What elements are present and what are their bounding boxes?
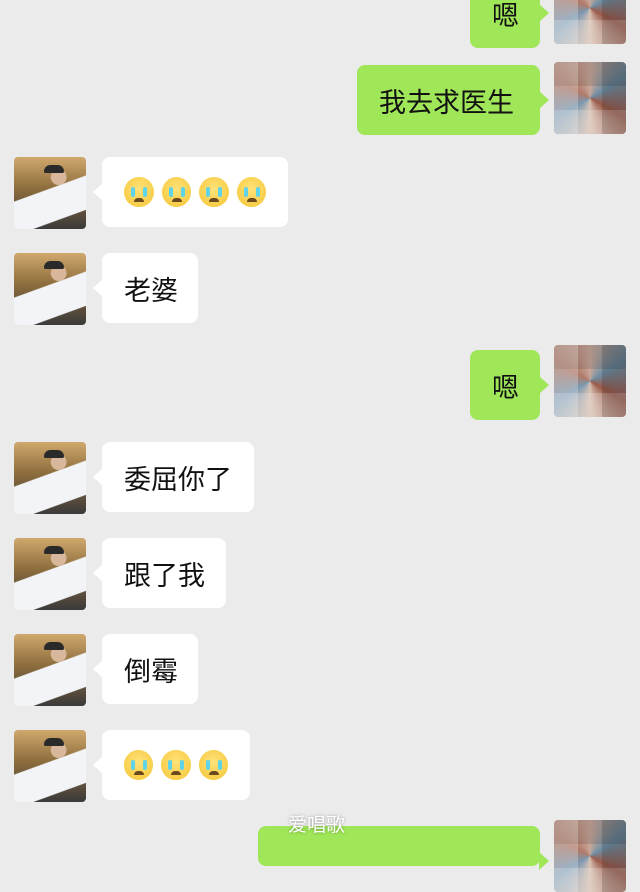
message-bubble-other[interactable]: 老婆	[93, 253, 198, 323]
contact-avatar[interactable]	[14, 730, 86, 802]
message-text: 老婆	[124, 275, 178, 307]
contact-avatar[interactable]	[14, 634, 86, 706]
watermark-text: 爱唱歌	[288, 814, 346, 836]
message-text: 我去求医生	[379, 87, 514, 119]
contact-avatar[interactable]	[14, 538, 86, 610]
message-bubble-other[interactable]: 倒霉	[93, 634, 198, 704]
message-bubble-other[interactable]	[93, 157, 288, 227]
message-bubble-self[interactable]: 嗯	[470, 350, 549, 420]
crying-face-icon	[124, 750, 154, 780]
contact-avatar[interactable]	[14, 157, 86, 229]
message-bubble-other[interactable]	[93, 730, 250, 800]
message-text: 委屈你了	[124, 464, 232, 496]
crying-face-icon	[199, 177, 229, 207]
crying-face-icon	[161, 177, 191, 207]
message-text: 倒霉	[124, 656, 178, 688]
message-bubble-self[interactable]: 嗯	[470, 0, 549, 48]
crying-face-icon	[161, 750, 191, 780]
crying-face-icon	[236, 177, 266, 207]
contact-avatar[interactable]	[14, 253, 86, 325]
message-text: 嗯	[492, 372, 519, 404]
self-avatar[interactable]	[554, 62, 626, 134]
contact-avatar[interactable]	[14, 442, 86, 514]
crying-face-icon	[198, 750, 228, 780]
self-avatar[interactable]	[554, 0, 626, 44]
message-bubble-other[interactable]: 委屈你了	[93, 442, 254, 512]
message-bubble-self[interactable]: 我去求医生	[357, 65, 549, 135]
chat-area: 嗯 我去求医生 老婆 嗯 委屈你了 跟了我 倒霉 爱唱歌	[0, 0, 640, 892]
message-text: 跟了我	[124, 560, 205, 592]
message-text: 嗯	[492, 0, 519, 32]
crying-face-icon	[124, 177, 154, 207]
self-avatar[interactable]	[554, 820, 626, 892]
self-avatar[interactable]	[554, 345, 626, 417]
message-bubble-other[interactable]: 跟了我	[93, 538, 226, 608]
